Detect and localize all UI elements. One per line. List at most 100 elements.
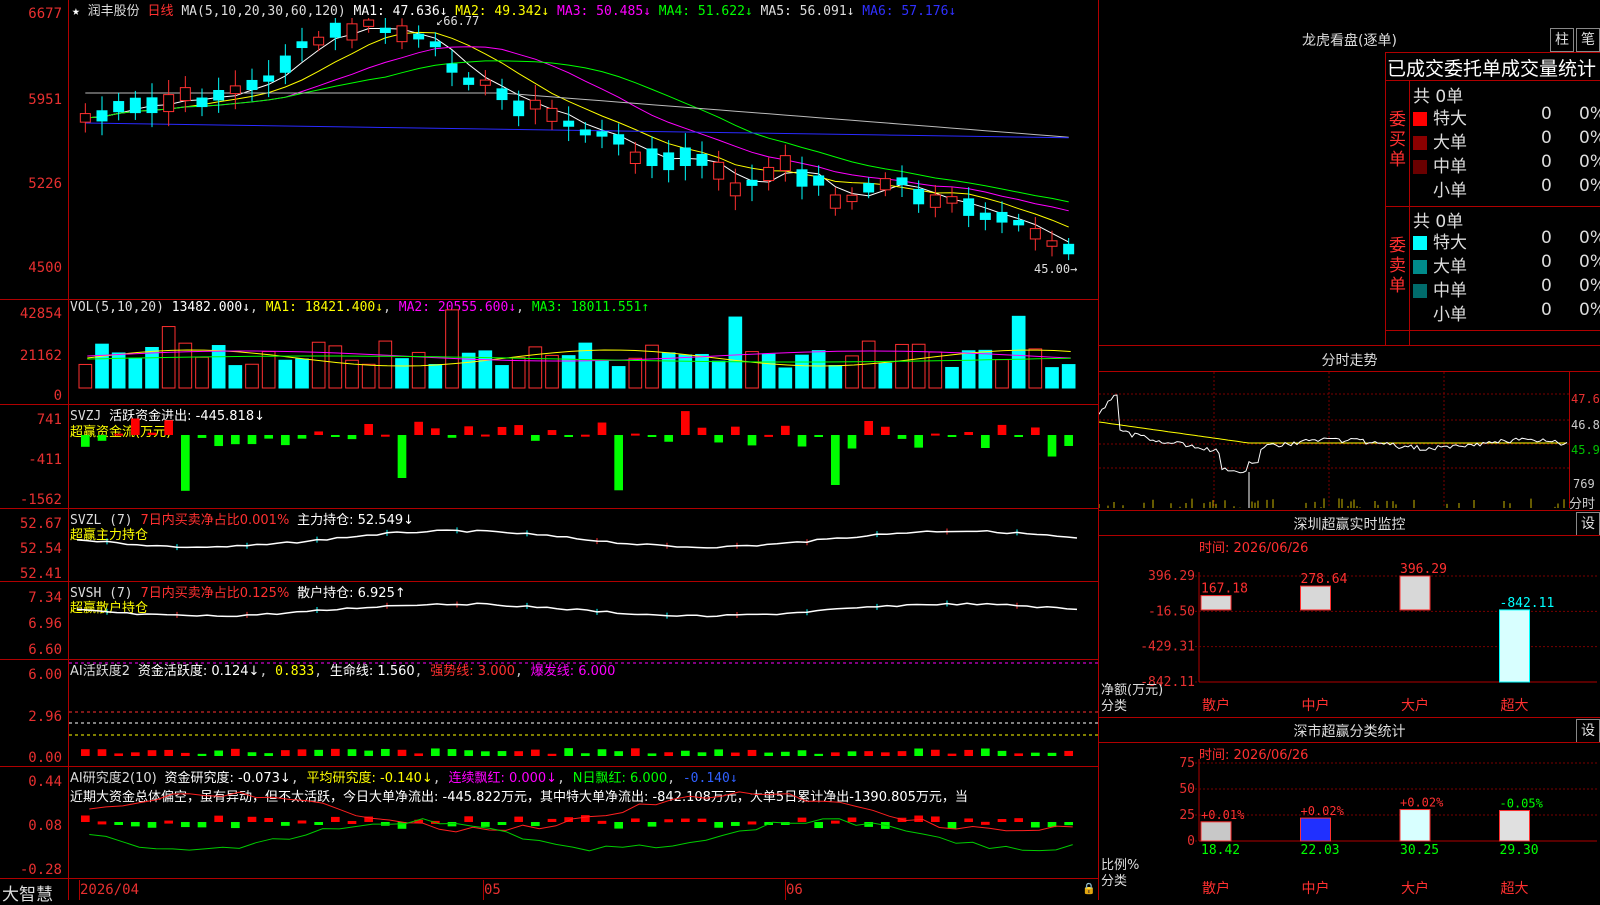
volume-bar [711, 360, 726, 389]
fund-flow-bar [964, 432, 973, 435]
activity-bar [214, 750, 223, 756]
fund-flow-chart[interactable] [69, 405, 1098, 508]
volume-bar [78, 363, 93, 389]
activity-bar [347, 749, 357, 756]
avg-price-line [1099, 421, 1567, 444]
classify-settings-button[interactable]: 设 [1576, 719, 1600, 743]
vol-axis-label: 21162 [19, 348, 62, 364]
volume-bar [828, 365, 843, 389]
research-bar [997, 819, 1007, 823]
activity-bar [731, 752, 740, 756]
research-bar [131, 822, 140, 827]
bar-mode-button[interactable]: 柱 [1550, 28, 1574, 52]
candle-body [446, 63, 458, 73]
fund-flow-bar [881, 426, 890, 435]
monitor-title: 深圳超赢实时监控 [1293, 517, 1406, 533]
activity-bar [281, 750, 290, 756]
fund-flow-bar [714, 435, 723, 443]
ai2-axis-label: -0.28 [19, 862, 62, 878]
main-position-chart[interactable] [69, 509, 1098, 581]
period-label[interactable]: 日线 [148, 4, 174, 19]
fund-flow-bar [814, 435, 823, 437]
order-count: 0 [1541, 128, 1552, 148]
right-panel: 龙虎看盘(逐单) 柱 笔 已成交委托单成交量统计 委买单 委卖单 共 0单 特大… [1099, 0, 1600, 900]
activity-bar [247, 752, 257, 756]
activity-bar [1031, 752, 1040, 756]
research-bar [931, 816, 940, 822]
volume-bar [495, 365, 509, 389]
research-bar [547, 818, 557, 822]
fenshi-axis-label: 45.99 [1571, 443, 1600, 457]
research-bar [531, 822, 540, 827]
change-label: +0.01% [1201, 808, 1245, 822]
ratio-chart[interactable]: 75 50 25 0 18.42 +0.01% 散户 22.03 +0.02% 中户 30.25 +0… [1099, 743, 1600, 900]
candle-body [563, 120, 575, 127]
volume-bar [228, 365, 243, 389]
sell-orders-label: 委卖单 [1389, 236, 1406, 296]
research-bar [714, 822, 723, 828]
volume-bar [128, 357, 143, 389]
volume-bar [961, 350, 976, 389]
activity-bar [697, 752, 707, 756]
candle-body [896, 177, 908, 185]
volume-bar [995, 359, 1009, 389]
candle-body [879, 178, 891, 191]
volume-chart[interactable] [69, 300, 1098, 404]
activity-bar [431, 748, 440, 756]
activity-bar [997, 750, 1007, 756]
chart-header: ★ 润丰股份 日线 MA(5,10,20,30,60,120) MA1: 47.… [72, 0, 956, 19]
retail-position-chart[interactable] [69, 582, 1098, 659]
activity-bar [547, 753, 557, 756]
intraday-chart[interactable] [1099, 372, 1569, 508]
fund-flow-bar [131, 418, 140, 435]
volume-bar [811, 350, 826, 389]
vol-axis-label: 42854 [19, 306, 62, 322]
activity-bar [181, 752, 190, 756]
candle-body [813, 175, 825, 186]
change-label: -0.05% [1500, 797, 1544, 811]
net-amount-chart[interactable]: 396.29 -16.50 -429.31 -842.11 167.18 散户 278.64… [1099, 536, 1600, 716]
favorite-star-icon[interactable]: ★ [72, 4, 80, 19]
monitor-settings-button[interactable]: 设 [1576, 512, 1600, 536]
axis-tick-label: 0 [1187, 834, 1195, 849]
color-swatch [1413, 308, 1427, 322]
volume-bar [95, 343, 109, 389]
candle-body [279, 55, 291, 73]
fund-flow-bar [731, 426, 740, 435]
activity-bar [114, 753, 123, 756]
date-label: 05 [484, 882, 501, 898]
order-count: 0 [1541, 176, 1552, 196]
fenshi-axis-label: 46.82 [1571, 418, 1600, 432]
fund-flow-bar [947, 435, 957, 437]
order-type: 中单 [1433, 157, 1467, 177]
value-label: -842.11 [1500, 596, 1555, 611]
research-bar [331, 816, 340, 822]
ai-activity-chart[interactable] [69, 660, 1098, 766]
ma1-value: MA1: 47.636↓ [353, 4, 448, 19]
longhu-title: 龙虎看盘(逐单) [1302, 33, 1397, 49]
activity-bar [164, 749, 173, 756]
candle-body [513, 100, 525, 117]
candlestick-chart[interactable] [69, 18, 1098, 299]
volume-bar [1045, 367, 1059, 389]
fund-flow-bar [797, 435, 807, 447]
research-bar [264, 817, 273, 822]
activity-bar [1047, 752, 1057, 756]
tick-mode-button[interactable]: 笔 [1576, 28, 1600, 52]
color-swatch [1413, 260, 1427, 274]
candle-body [613, 134, 625, 145]
lock-icon[interactable]: 🔒 [1082, 882, 1096, 895]
candle-body [213, 89, 225, 101]
order-pct: 0% [1579, 276, 1600, 296]
stock-name[interactable]: 润丰股份 [88, 4, 140, 19]
activity-bar [664, 752, 673, 756]
fenshi-vol-label: 769 [1573, 477, 1595, 491]
ai-research-chart[interactable] [69, 767, 1098, 878]
research-bar [164, 820, 173, 824]
order-type: 特大 [1433, 109, 1467, 129]
candle-body [696, 153, 708, 166]
category-label: 大户 [1401, 697, 1429, 714]
volume-bar [945, 366, 959, 389]
fund-flow-bar [231, 435, 240, 445]
activity-bar [897, 751, 907, 756]
